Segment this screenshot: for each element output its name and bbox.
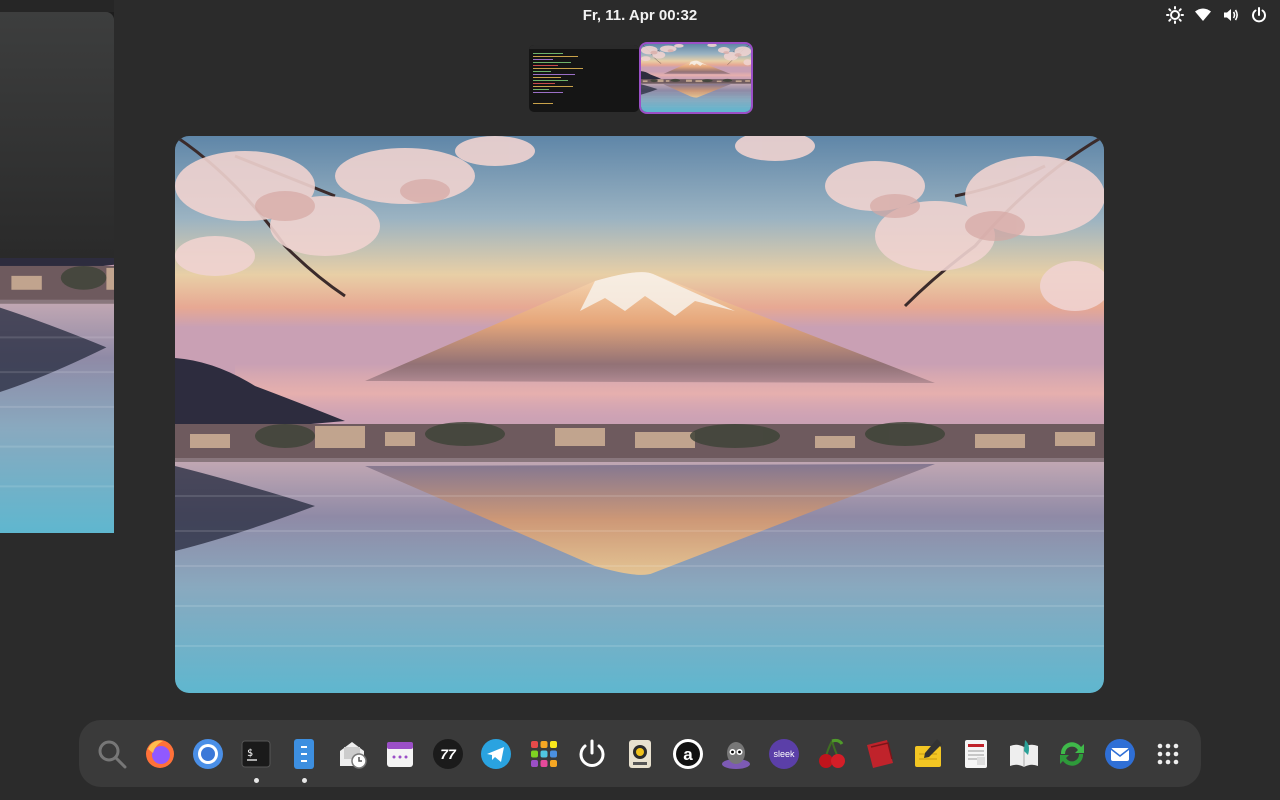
mail-icon[interactable] xyxy=(1101,735,1139,773)
mount-fuji-wallpaper xyxy=(175,136,1104,693)
workspace-thumbnail-1[interactable] xyxy=(529,45,639,112)
chromium-icon[interactable] xyxy=(189,735,227,773)
svg-text:$: $ xyxy=(247,748,253,759)
sleek-icon[interactable]: sleek xyxy=(765,735,803,773)
sync-icon[interactable] xyxy=(1053,735,1091,773)
dock: $ 77 a sleek xyxy=(79,720,1201,787)
power-icon[interactable] xyxy=(1250,6,1268,24)
brightness-icon[interactable] xyxy=(1166,6,1184,24)
system-tray[interactable] xyxy=(1166,6,1268,24)
running-indicator xyxy=(254,777,259,783)
wifi-icon[interactable] xyxy=(1194,6,1212,24)
workspace-thumbnail-2[interactable] xyxy=(641,44,751,112)
svg-text:77: 77 xyxy=(440,746,457,762)
thumbnail-wallpaper xyxy=(641,44,751,112)
mail-clock-icon[interactable] xyxy=(333,735,371,773)
top-bar: Fr, 11. Apr 00:32 xyxy=(0,0,1280,32)
side-window-titlebar xyxy=(0,0,114,12)
calendar-icon[interactable] xyxy=(381,735,419,773)
a-circle-icon[interactable]: a xyxy=(669,735,707,773)
svg-text:a: a xyxy=(683,745,693,764)
thumbnail-titlebar xyxy=(529,45,639,49)
volume-icon[interactable] xyxy=(1222,6,1240,24)
side-window-preview[interactable] xyxy=(0,0,114,533)
mascot-icon[interactable] xyxy=(717,735,755,773)
audio-speaker-icon[interactable] xyxy=(621,735,659,773)
cherry-icon[interactable] xyxy=(813,735,851,773)
main-window-preview[interactable] xyxy=(175,136,1104,693)
svg-text:sleek: sleek xyxy=(773,749,795,759)
side-window-content xyxy=(0,12,114,258)
app-grid-color-icon[interactable] xyxy=(525,735,563,773)
side-window-image xyxy=(0,258,114,533)
firefox-icon[interactable] xyxy=(141,735,179,773)
terminal-icon[interactable]: $ xyxy=(237,735,275,783)
77-icon[interactable]: 77 xyxy=(429,735,467,773)
red-book-icon[interactable] xyxy=(861,735,899,773)
notes-pencil-icon[interactable] xyxy=(909,735,947,773)
clock: Fr, 11. Apr 00:32 xyxy=(0,7,1280,24)
document-viewer-icon[interactable] xyxy=(957,735,995,773)
file-manager-icon[interactable] xyxy=(285,735,323,783)
search-icon[interactable] xyxy=(93,735,131,773)
reader-icon[interactable] xyxy=(1005,735,1043,773)
power-app-icon[interactable] xyxy=(573,735,611,773)
running-indicator xyxy=(302,777,307,783)
telegram-icon[interactable] xyxy=(477,735,515,773)
show-apps-icon[interactable] xyxy=(1149,735,1187,773)
clock-label[interactable]: Fr, 11. Apr 00:32 xyxy=(583,7,698,24)
